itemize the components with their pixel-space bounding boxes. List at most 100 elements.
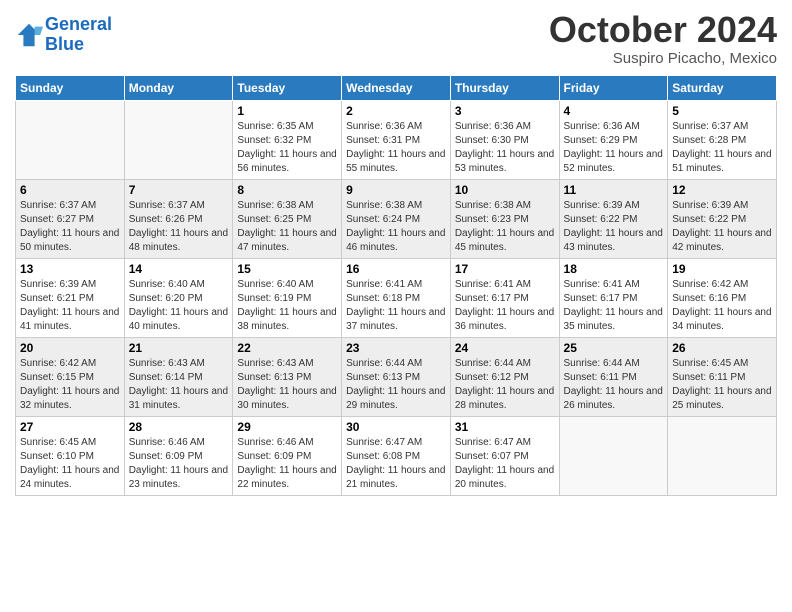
day-info: Sunrise: 6:46 AMSunset: 6:09 PMDaylight:… (129, 436, 229, 492)
day-number: 3 (455, 104, 555, 118)
calendar-cell: 7Sunrise: 6:37 AMSunset: 6:26 PMDaylight… (124, 179, 233, 258)
day-info: Sunrise: 6:45 AMSunset: 6:10 PMDaylight:… (20, 436, 120, 492)
day-number: 26 (672, 341, 772, 355)
day-number: 23 (346, 341, 446, 355)
day-number: 2 (346, 104, 446, 118)
calendar-cell: 4 Sunrise: 6:36 AMSunset: 6:29 PMDaylight… (559, 100, 668, 179)
day-info: Sunrise: 6:39 AMSunset: 6:22 PMDaylight:… (672, 199, 772, 255)
weekday-sunday: Sunday (16, 75, 125, 100)
calendar-cell: 28 Sunrise: 6:46 AMSunset: 6:09 PMDayligh… (124, 416, 233, 495)
calendar-cell: 6 Sunrise: 6:37 AMSunset: 6:27 PMDaylight… (16, 179, 125, 258)
day-number: 9 (346, 183, 446, 197)
calendar-cell: 20 Sunrise: 6:42 AMSunset: 6:15 PMDayligh… (16, 337, 125, 416)
calendar-cell: 30Sunrise: 6:47 AMSunset: 6:08 PMDayligh… (342, 416, 451, 495)
day-number: 4 (564, 104, 664, 118)
calendar: SundayMondayTuesdayWednesdayThursdayFrid… (15, 75, 777, 496)
month-title: October 2024 (549, 10, 777, 50)
week-row-3: 13 Sunrise: 6:39 AMSunset: 6:21 PMDayligh… (16, 258, 777, 337)
day-number: 29 (237, 420, 337, 434)
day-info: Sunrise: 6:47 AMSunset: 6:08 PMDaylight:… (346, 436, 446, 492)
weekday-saturday: Saturday (668, 75, 777, 100)
calendar-cell: 19Sunrise: 6:42 AMSunset: 6:16 PMDayligh… (668, 258, 777, 337)
calendar-cell: 24Sunrise: 6:44 AMSunset: 6:12 PMDayligh… (450, 337, 559, 416)
week-row-4: 20 Sunrise: 6:42 AMSunset: 6:15 PMDayligh… (16, 337, 777, 416)
day-info: Sunrise: 6:45 AMSunset: 6:11 PMDaylight:… (672, 357, 772, 413)
weekday-monday: Monday (124, 75, 233, 100)
day-number: 16 (346, 262, 446, 276)
day-number: 8 (237, 183, 337, 197)
calendar-cell: 18 Sunrise: 6:41 AMSunset: 6:17 PMDayligh… (559, 258, 668, 337)
weekday-wednesday: Wednesday (342, 75, 451, 100)
day-info: Sunrise: 6:43 AMSunset: 6:13 PMDaylight:… (237, 357, 337, 413)
calendar-cell: 14 Sunrise: 6:40 AMSunset: 6:20 PMDayligh… (124, 258, 233, 337)
day-info: Sunrise: 6:40 AMSunset: 6:20 PMDaylight:… (129, 278, 229, 334)
day-info: Sunrise: 6:42 AMSunset: 6:15 PMDaylight:… (20, 357, 120, 413)
calendar-cell: 5Sunrise: 6:37 AMSunset: 6:28 PMDaylight… (668, 100, 777, 179)
day-info: Sunrise: 6:35 AMSunset: 6:32 PMDaylight:… (237, 120, 337, 176)
day-number: 31 (455, 420, 555, 434)
day-info: Sunrise: 6:38 AMSunset: 6:23 PMDaylight:… (455, 199, 555, 255)
day-info: Sunrise: 6:36 AMSunset: 6:31 PMDaylight:… (346, 120, 446, 176)
title-block: October 2024 Suspiro Picacho, Mexico (549, 10, 777, 67)
day-number: 7 (129, 183, 229, 197)
day-number: 27 (20, 420, 120, 434)
logo-text: General Blue (45, 15, 112, 55)
day-number: 28 (129, 420, 229, 434)
day-number: 22 (237, 341, 337, 355)
day-number: 12 (672, 183, 772, 197)
weekday-thursday: Thursday (450, 75, 559, 100)
day-info: Sunrise: 6:37 AMSunset: 6:28 PMDaylight:… (672, 120, 772, 176)
day-info: Sunrise: 6:44 AMSunset: 6:13 PMDaylight:… (346, 357, 446, 413)
day-number: 15 (237, 262, 337, 276)
day-info: Sunrise: 6:41 AMSunset: 6:17 PMDaylight:… (564, 278, 664, 334)
weekday-friday: Friday (559, 75, 668, 100)
week-row-1: 1Sunrise: 6:35 AMSunset: 6:32 PMDaylight… (16, 100, 777, 179)
day-number: 14 (129, 262, 229, 276)
week-row-2: 6 Sunrise: 6:37 AMSunset: 6:27 PMDaylight… (16, 179, 777, 258)
day-info: Sunrise: 6:39 AMSunset: 6:22 PMDaylight:… (564, 199, 664, 255)
day-info: Sunrise: 6:39 AMSunset: 6:21 PMDaylight:… (20, 278, 120, 334)
calendar-cell: 9 Sunrise: 6:38 AMSunset: 6:24 PMDaylight… (342, 179, 451, 258)
weekday-header-row: SundayMondayTuesdayWednesdayThursdayFrid… (16, 75, 777, 100)
calendar-cell: 16Sunrise: 6:41 AMSunset: 6:18 PMDayligh… (342, 258, 451, 337)
calendar-cell: 31 Sunrise: 6:47 AMSunset: 6:07 PMDayligh… (450, 416, 559, 495)
day-info: Sunrise: 6:47 AMSunset: 6:07 PMDaylight:… (455, 436, 555, 492)
logo-icon (15, 21, 43, 49)
location: Suspiro Picacho, Mexico (549, 50, 777, 67)
day-info: Sunrise: 6:46 AMSunset: 6:09 PMDaylight:… (237, 436, 337, 492)
day-number: 25 (564, 341, 664, 355)
calendar-cell: 17Sunrise: 6:41 AMSunset: 6:17 PMDayligh… (450, 258, 559, 337)
day-info: Sunrise: 6:44 AMSunset: 6:11 PMDaylight:… (564, 357, 664, 413)
calendar-cell (16, 100, 125, 179)
calendar-cell: 1Sunrise: 6:35 AMSunset: 6:32 PMDaylight… (233, 100, 342, 179)
calendar-cell: 2 Sunrise: 6:36 AMSunset: 6:31 PMDaylight… (342, 100, 451, 179)
day-number: 18 (564, 262, 664, 276)
calendar-cell: 22 Sunrise: 6:43 AMSunset: 6:13 PMDayligh… (233, 337, 342, 416)
day-number: 11 (564, 183, 664, 197)
header: General Blue October 2024 Suspiro Picach… (15, 10, 777, 67)
day-info: Sunrise: 6:36 AMSunset: 6:30 PMDaylight:… (455, 120, 555, 176)
day-number: 6 (20, 183, 120, 197)
day-info: Sunrise: 6:42 AMSunset: 6:16 PMDaylight:… (672, 278, 772, 334)
weekday-tuesday: Tuesday (233, 75, 342, 100)
day-info: Sunrise: 6:40 AMSunset: 6:19 PMDaylight:… (237, 278, 337, 334)
calendar-cell: 13 Sunrise: 6:39 AMSunset: 6:21 PMDayligh… (16, 258, 125, 337)
day-number: 10 (455, 183, 555, 197)
logo: General Blue (15, 15, 112, 55)
day-info: Sunrise: 6:37 AMSunset: 6:27 PMDaylight:… (20, 199, 120, 255)
day-number: 24 (455, 341, 555, 355)
day-number: 21 (129, 341, 229, 355)
day-info: Sunrise: 6:36 AMSunset: 6:29 PMDaylight:… (564, 120, 664, 176)
calendar-cell (559, 416, 668, 495)
day-info: Sunrise: 6:41 AMSunset: 6:17 PMDaylight:… (455, 278, 555, 334)
day-info: Sunrise: 6:38 AMSunset: 6:24 PMDaylight:… (346, 199, 446, 255)
day-number: 20 (20, 341, 120, 355)
calendar-cell: 12 Sunrise: 6:39 AMSunset: 6:22 PMDayligh… (668, 179, 777, 258)
calendar-cell: 23 Sunrise: 6:44 AMSunset: 6:13 PMDayligh… (342, 337, 451, 416)
day-number: 13 (20, 262, 120, 276)
calendar-cell: 11 Sunrise: 6:39 AMSunset: 6:22 PMDayligh… (559, 179, 668, 258)
calendar-cell: 25 Sunrise: 6:44 AMSunset: 6:11 PMDayligh… (559, 337, 668, 416)
day-info: Sunrise: 6:38 AMSunset: 6:25 PMDaylight:… (237, 199, 337, 255)
calendar-cell: 3 Sunrise: 6:36 AMSunset: 6:30 PMDaylight… (450, 100, 559, 179)
calendar-cell: 21Sunrise: 6:43 AMSunset: 6:14 PMDayligh… (124, 337, 233, 416)
